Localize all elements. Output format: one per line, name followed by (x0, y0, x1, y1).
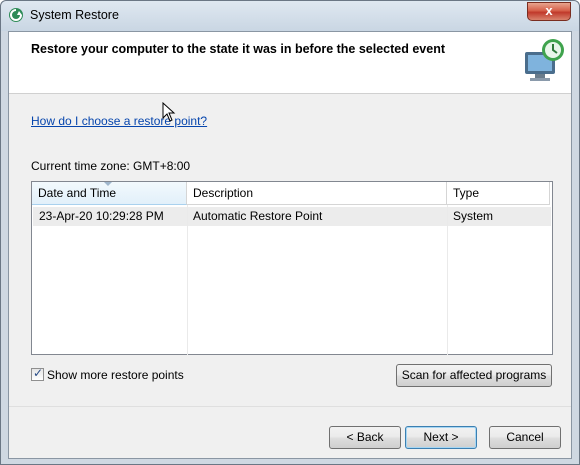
window-title: System Restore (30, 8, 119, 22)
restore-points-table[interactable]: Date and Time Description Type 23-Apr-20… (31, 181, 553, 355)
page-title: Restore your computer to the state it wa… (31, 42, 445, 56)
checkbox-label: Show more restore points (47, 368, 184, 382)
sort-descending-icon (104, 182, 112, 186)
column-description[interactable]: Description (187, 182, 447, 205)
system-restore-window: System Restore x Restore your computer t… (0, 0, 580, 465)
next-button[interactable]: Next > (405, 426, 477, 449)
cancel-button[interactable]: Cancel (489, 426, 561, 449)
cell-date: 23-Apr-20 10:29:28 PM (39, 209, 164, 223)
column-label: Description (193, 186, 254, 200)
column-divider (447, 205, 448, 355)
scan-affected-programs-button[interactable]: Scan for affected programs (396, 364, 552, 387)
column-divider (187, 205, 188, 355)
column-type[interactable]: Type (447, 182, 550, 205)
column-label: Date and Time (38, 186, 117, 200)
computer-restore-icon (525, 39, 564, 81)
help-restore-point-link[interactable]: How do I choose a restore point? (31, 114, 207, 128)
wizard-client-area: Restore your computer to the state it wa… (8, 31, 572, 459)
cell-description: Automatic Restore Point (193, 209, 323, 223)
table-row[interactable]: 23-Apr-20 10:29:28 PM Automatic Restore … (33, 207, 551, 226)
mouse-pointer-icon (162, 102, 176, 122)
column-date-and-time[interactable]: Date and Time (32, 182, 187, 205)
title-bar[interactable]: System Restore x (1, 1, 579, 31)
timezone-label: Current time zone: GMT+8:00 (31, 159, 191, 173)
cell-type: System (453, 209, 494, 223)
back-button[interactable]: < Back (329, 426, 401, 449)
wizard-header: Restore your computer to the state it wa… (9, 32, 571, 94)
footer-divider (9, 406, 571, 407)
checkbox-checked-icon[interactable] (31, 366, 44, 381)
system-restore-icon (9, 8, 23, 22)
close-button[interactable]: x (527, 2, 571, 21)
column-label: Type (453, 186, 480, 200)
close-icon: x (545, 3, 553, 18)
table-header: Date and Time Description Type (32, 182, 552, 205)
